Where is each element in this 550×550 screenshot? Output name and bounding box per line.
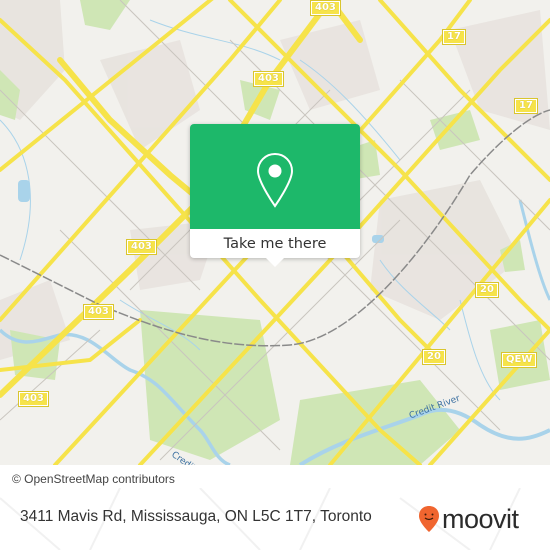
take-me-there-button[interactable]: Take me there [190, 230, 360, 258]
map-attribution[interactable]: © OpenStreetMap contributors [8, 470, 179, 488]
map[interactable]: 17 403 403 17 403 403 403 20 20 QEW Cred… [0, 0, 550, 465]
highway-shield: 403 [310, 0, 341, 16]
footer: 3411 Mavis Rd, Mississauga, ON L5C 1T7, … [0, 488, 550, 550]
highway-shield: 17 [514, 98, 538, 114]
highway-shield: 17 [442, 29, 466, 45]
moovit-pin-icon [419, 506, 439, 532]
highway-shield: 403 [83, 304, 114, 320]
highway-shield: 403 [253, 71, 284, 87]
highway-shield: 403 [126, 239, 157, 255]
address-text: 3411 Mavis Rd, Mississauga, ON L5C 1T7, … [20, 508, 372, 525]
popup-header [190, 124, 360, 229]
highway-shield: 403 [18, 391, 49, 407]
moovit-wordmark: moovit [442, 503, 519, 534]
moovit-logo[interactable]: moovit [418, 505, 519, 533]
highway-shield: 20 [475, 282, 499, 298]
destination-popup: Take me there [190, 124, 360, 267]
map-pin-icon [256, 152, 294, 208]
popup-pointer [265, 257, 285, 267]
highway-shield: QEW [500, 352, 538, 368]
highway-shield: 20 [422, 349, 446, 365]
